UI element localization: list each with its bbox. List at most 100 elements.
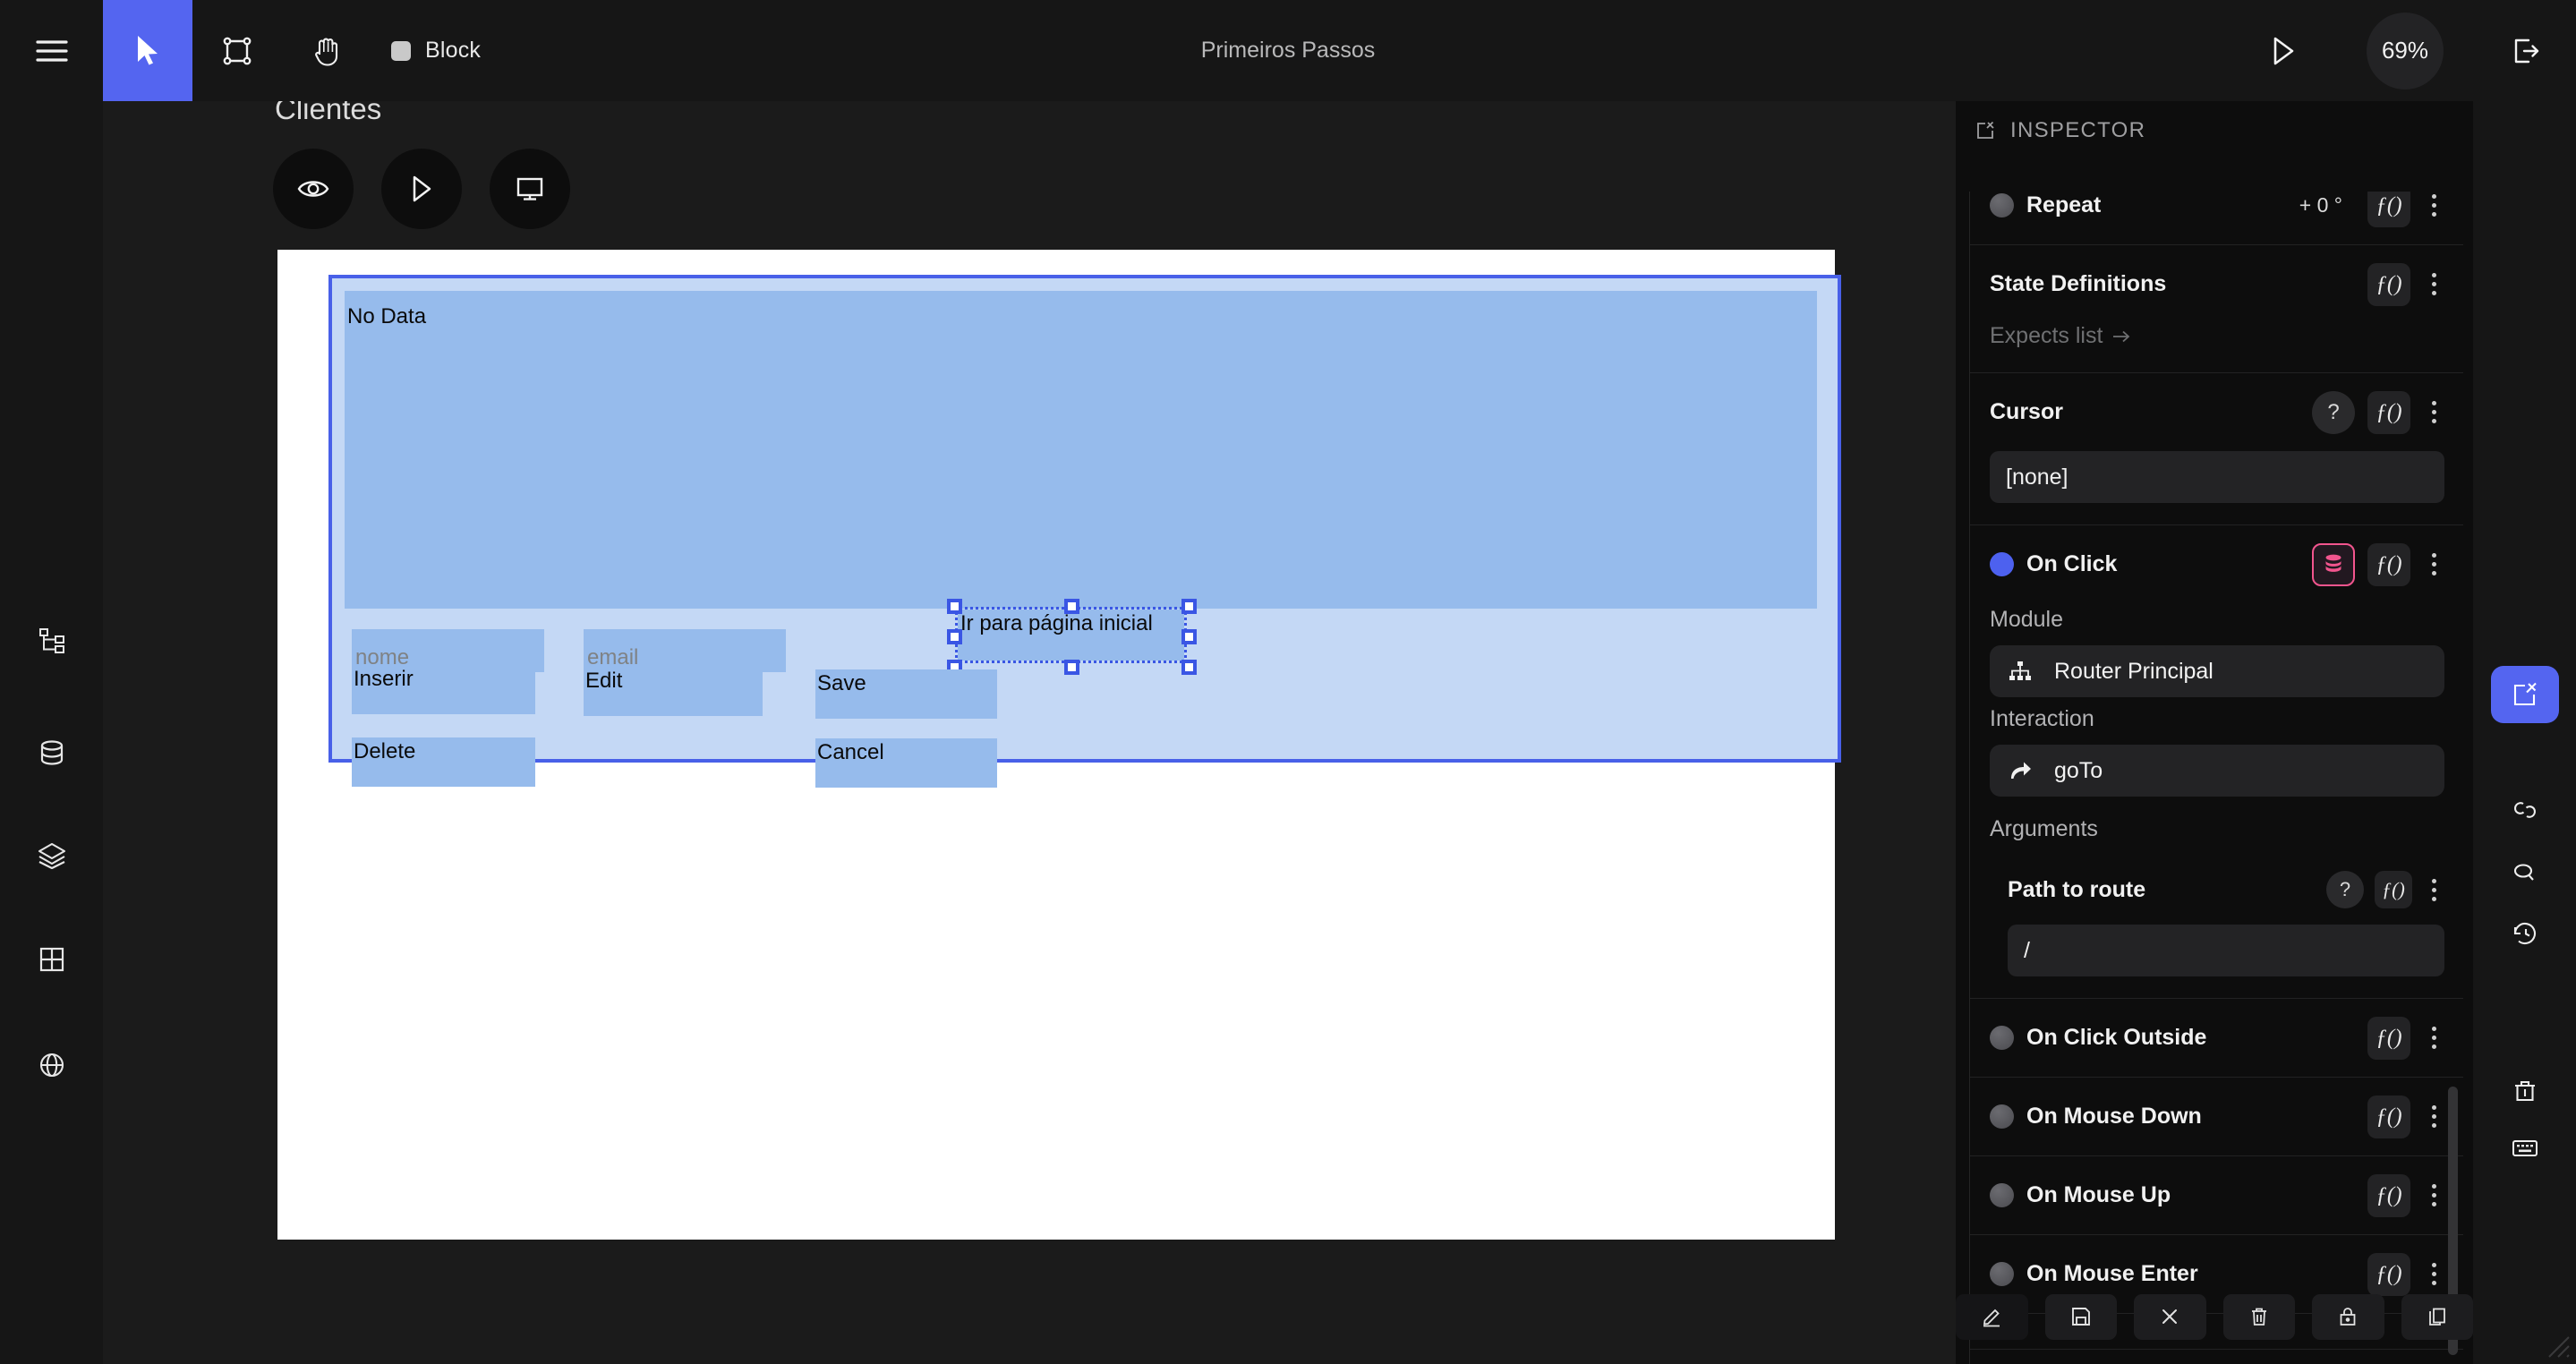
on-click-toggle[interactable]	[1990, 552, 2014, 576]
exit-door-icon	[2512, 37, 2542, 65]
preview-play-button[interactable]	[381, 149, 462, 229]
on-click-outside-fx-button[interactable]: ƒ()	[2367, 1016, 2410, 1060]
sidebar-item-layers[interactable]	[0, 829, 103, 882]
edit-square-icon	[2511, 680, 2539, 709]
resize-handle-ne[interactable]	[1181, 599, 1197, 614]
inspector-row-state-definitions[interactable]: State Definitions ƒ() Expects list	[1970, 245, 2463, 373]
inspector-row-on-mouse-up[interactable]: On Mouse Up ƒ()	[1970, 1156, 2463, 1235]
repeat-toggle[interactable]	[1990, 193, 2014, 217]
path-to-route-fx-button[interactable]: ƒ()	[2375, 871, 2412, 908]
preview-eye-button[interactable]	[273, 149, 354, 229]
rail-item-search[interactable]	[2473, 844, 2576, 901]
hamburger-menu-button[interactable]	[0, 0, 103, 101]
database-icon	[2323, 553, 2344, 576]
state-definitions-more-button[interactable]	[2423, 263, 2444, 306]
cursor-help-button[interactable]: ?	[2312, 390, 2355, 434]
on-click-outside-more-button[interactable]	[2423, 1017, 2444, 1060]
input-email[interactable]: email	[584, 629, 786, 672]
preview-screen-button[interactable]	[490, 149, 570, 229]
rail-item-keyboard[interactable]	[2473, 1120, 2576, 1177]
expects-list-link[interactable]: Expects list	[1990, 323, 2444, 372]
footer-duplicate-button[interactable]	[2401, 1293, 2473, 1340]
footer-delete-button[interactable]	[2222, 1293, 2295, 1340]
cursor-tool-button[interactable]	[103, 0, 192, 101]
data-table-block[interactable]: No Data	[345, 291, 1817, 609]
cursor-fx-button[interactable]: ƒ()	[2367, 390, 2410, 434]
on-click-fx-button[interactable]: ƒ()	[2367, 542, 2410, 586]
no-data-label: No Data	[347, 304, 427, 328]
path-to-route-more-button[interactable]	[2423, 868, 2444, 911]
exit-button[interactable]	[2478, 0, 2576, 101]
resize-handle-e[interactable]	[1181, 629, 1197, 644]
button-delete-label: Delete	[354, 739, 416, 763]
rail-item-history[interactable]	[2473, 905, 2576, 962]
topbar-right-group: 69%	[2234, 0, 2576, 101]
on-mouse-up-toggle[interactable]	[1990, 1183, 2014, 1207]
layers-icon	[37, 840, 67, 871]
sidebar-item-hierarchy[interactable]	[0, 614, 103, 668]
repeat-more-button[interactable]	[2423, 192, 2444, 227]
on-click-database-button[interactable]	[2312, 542, 2355, 586]
canvas-viewport[interactable]: Clientes No Data nome email Ir para pági…	[103, 101, 1956, 1364]
path-to-route-help-button[interactable]: ?	[2326, 871, 2364, 908]
inspector-row-repeat[interactable]: Repeat + 0 ° ƒ()	[1970, 192, 2463, 245]
rail-item-trash[interactable]	[2473, 1062, 2576, 1120]
trash-icon	[2248, 1306, 2270, 1327]
sidebar-item-globe[interactable]	[0, 1038, 103, 1092]
button-delete[interactable]: Delete	[352, 737, 535, 787]
resize-handle-w[interactable]	[947, 629, 962, 644]
on-click-outside-toggle[interactable]	[1990, 1026, 2014, 1050]
button-ir-para-pagina-inicial[interactable]: Ir para página inicial	[955, 607, 1187, 663]
hand-tool-button[interactable]	[282, 0, 371, 101]
resize-handle-n[interactable]	[1064, 599, 1079, 614]
play-triangle-icon	[2270, 36, 2297, 66]
expects-list-label: Expects list	[1990, 323, 2103, 348]
module-selector[interactable]: Router Principal	[1990, 645, 2444, 697]
resize-grip-icon[interactable]	[2542, 1330, 2572, 1360]
footer-save-button[interactable]	[2044, 1293, 2117, 1340]
repeat-fx-button[interactable]: ƒ()	[2367, 192, 2410, 227]
sidebar-item-grid[interactable]	[0, 933, 103, 986]
cursor-more-button[interactable]	[2423, 391, 2444, 434]
sidebar-item-database[interactable]	[0, 726, 103, 780]
resize-handle-nw[interactable]	[947, 599, 962, 614]
on-mouse-down-fx-button[interactable]: ƒ()	[2367, 1095, 2410, 1138]
inspector-row-cursor[interactable]: Cursor ? ƒ() [none]	[1970, 373, 2463, 525]
footer-edit-button[interactable]	[1956, 1293, 2028, 1340]
on-mouse-down-more-button[interactable]	[2423, 1095, 2444, 1138]
on-mouse-down-toggle[interactable]	[1990, 1104, 2014, 1129]
on-mouse-up-more-button[interactable]	[2423, 1174, 2444, 1217]
cursor-value-input[interactable]: [none]	[1990, 451, 2444, 503]
button-cancel[interactable]: Cancel	[815, 738, 997, 788]
inspector-row-on-click-outside[interactable]: On Click Outside ƒ()	[1970, 999, 2463, 1078]
selected-element-wrapper[interactable]: Ir para página inicial	[947, 599, 1197, 675]
resize-handle-se[interactable]	[1181, 660, 1197, 675]
interaction-selector[interactable]: goTo	[1990, 745, 2444, 797]
footer-close-button[interactable]	[2134, 1293, 2206, 1340]
button-edit[interactable]: Edit	[584, 667, 763, 716]
on-mouse-up-fx-button[interactable]: ƒ()	[2367, 1173, 2410, 1217]
form-container-frame[interactable]: No Data nome email Ir para página inicia…	[328, 275, 1841, 788]
page-canvas[interactable]: No Data nome email Ir para página inicia…	[277, 250, 1841, 1240]
state-definitions-fx-button[interactable]: ƒ()	[2367, 262, 2410, 306]
link-chain-icon	[2511, 796, 2539, 824]
block-color-swatch	[391, 40, 411, 61]
on-click-outside-label: On Click Outside	[2026, 1025, 2207, 1050]
block-type-selector[interactable]: Block	[371, 0, 493, 101]
resize-handle-s[interactable]	[1064, 660, 1079, 675]
footer-lock-button[interactable]	[2312, 1293, 2384, 1340]
canvas-heading: Clientes	[275, 101, 382, 125]
run-preview-button[interactable]	[2234, 0, 2333, 101]
interaction-value: goTo	[2054, 757, 2103, 783]
frame-tool-button[interactable]	[192, 0, 282, 101]
inspector-row-on-mouse-down[interactable]: On Mouse Down ƒ()	[1970, 1078, 2463, 1156]
on-click-more-button[interactable]	[2423, 543, 2444, 586]
path-to-route-input[interactable]: /	[2008, 925, 2444, 976]
rail-item-editor[interactable]	[2473, 666, 2576, 723]
zoom-level-button[interactable]: 69%	[2367, 12, 2444, 90]
inspector-row-on-click[interactable]: On Click ƒ() Module Router Principal Int…	[1970, 525, 2463, 999]
button-inserir[interactable]: Inserir	[352, 665, 535, 714]
inspector-scroll-area[interactable]: Repeat + 0 ° ƒ() State Definitions ƒ() E…	[1969, 192, 2463, 1364]
rail-item-link[interactable]	[2473, 781, 2576, 839]
button-save[interactable]: Save	[815, 669, 997, 719]
